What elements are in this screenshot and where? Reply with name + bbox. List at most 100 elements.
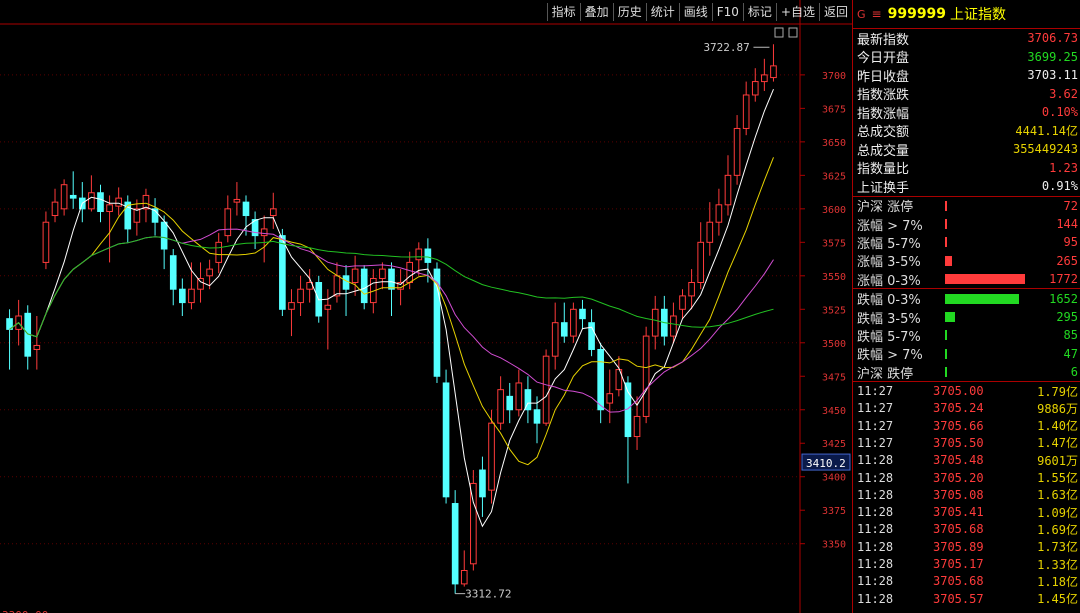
quote-panel: G ≡ 999999 上证指数 最新指数 3706.73 今日开盘 3699.25 昨日… xyxy=(852,0,1080,613)
tick-time: 11:28 xyxy=(857,591,894,606)
candle-body xyxy=(606,393,614,404)
candle-body xyxy=(242,201,250,217)
toolbar-button[interactable]: 画线 xyxy=(678,3,712,21)
breadth-row: 涨幅 0-3% 1772 xyxy=(853,270,1080,289)
toolbar-button[interactable]: 返回 xyxy=(818,3,852,21)
quote-value: 3699.25 xyxy=(1027,49,1078,64)
breadth-count: 265 xyxy=(1056,253,1078,268)
quote-label: 总成交额 xyxy=(857,125,910,141)
candle-body xyxy=(197,277,204,290)
y-tick-label: 3525 xyxy=(822,305,846,316)
tick-amount: 1.69亿 xyxy=(1037,522,1078,537)
y-tick-label: 3700 xyxy=(822,71,846,82)
toolbar-button[interactable]: 历史 xyxy=(612,3,646,21)
tick-amount: 1.33亿 xyxy=(1037,557,1078,572)
tick-price: 3705.08 xyxy=(933,487,984,502)
tick-price: 3705.68 xyxy=(933,574,984,589)
tick-time: 11:28 xyxy=(857,522,894,537)
tick-list[interactable]: 11:27 3705.00 1.79亿 11:27 3705.24 9886万 11:27 3… xyxy=(853,382,1080,607)
kline-chart[interactable]: 3350 3375 3400 3425 3450 3475 3500 3525 3550 3575… xyxy=(0,0,852,613)
tick-row: 11:27 3705.66 1.40亿 xyxy=(853,417,1080,434)
quote-label: 指数量比 xyxy=(857,162,910,178)
breadth-bar-track xyxy=(945,255,1028,266)
tick-time: 11:27 xyxy=(857,418,894,433)
breadth-bar-track xyxy=(945,274,1028,285)
tick-price: 3705.24 xyxy=(933,401,984,416)
candle-body xyxy=(742,94,750,129)
candle-body xyxy=(106,204,113,213)
candle-body xyxy=(324,304,332,310)
candle-body xyxy=(470,482,477,565)
breadth-label: 涨幅 0-3% xyxy=(857,273,921,289)
candle-body xyxy=(88,192,95,210)
tick-time: 11:28 xyxy=(857,505,894,520)
tick-amount: 1.45亿 xyxy=(1037,592,1078,607)
candle-body xyxy=(69,194,77,199)
toolbar-button[interactable]: 指标 xyxy=(546,3,580,21)
quote-value: 355449243 xyxy=(1012,142,1078,157)
toolbar-button[interactable]: +自选 xyxy=(775,3,819,21)
candle-body xyxy=(206,268,213,277)
candle-body xyxy=(269,208,277,217)
breadth-bar-track xyxy=(945,237,1028,248)
breadth-bar xyxy=(945,293,1020,304)
tick-time: 11:28 xyxy=(857,557,894,572)
candle-body xyxy=(633,415,641,438)
g-icon[interactable]: G xyxy=(857,8,866,21)
breadth-label: 涨幅 5-7% xyxy=(857,236,921,252)
quote-label: 总成交量 xyxy=(857,143,910,159)
tick-amount: 1.79亿 xyxy=(1037,384,1078,399)
tick-time: 11:28 xyxy=(857,453,894,468)
candle-body xyxy=(260,228,268,237)
breadth-bar xyxy=(945,237,948,248)
breadth-label: 跌幅 0-3% xyxy=(857,293,921,309)
candle-body xyxy=(542,355,550,424)
candle-body xyxy=(679,295,686,310)
toolbar-button[interactable]: 标记 xyxy=(742,3,776,21)
candle-body xyxy=(288,302,295,310)
candle-body xyxy=(770,65,777,79)
candle-body xyxy=(215,241,223,263)
candle-body xyxy=(451,503,459,585)
breadth-up-section: 沪深 涨停 72 涨幅 > 7% 144 涨幅 5-7% 95 涨幅 3-5% 265 涨幅 0… xyxy=(853,197,1080,290)
candle-body xyxy=(51,201,59,217)
candle-body xyxy=(670,315,677,337)
tick-price: 3705.57 xyxy=(933,591,984,606)
tick-time: 11:28 xyxy=(857,574,894,589)
breadth-count: 1652 xyxy=(1049,291,1078,306)
y-tick-label: 3500 xyxy=(822,339,846,350)
toolbar-button[interactable]: 叠加 xyxy=(579,3,613,21)
tick-price: 3705.41 xyxy=(933,505,984,520)
toolbar-button[interactable]: 统计 xyxy=(645,3,679,21)
candle-body xyxy=(97,192,104,213)
y-tick-label: 3625 xyxy=(822,171,846,182)
quote-value: 4441.14亿 xyxy=(1015,124,1078,139)
y-tick-label: 3675 xyxy=(822,104,846,115)
candle-body xyxy=(479,469,486,498)
quote-row: 指数涨跌 3.62 xyxy=(853,85,1080,104)
breadth-count: 72 xyxy=(1063,198,1078,213)
quote-label: 上证换手 xyxy=(857,180,910,196)
breadth-label: 涨幅 > 7% xyxy=(857,218,923,234)
candlestick-plot[interactable]: 3350 3375 3400 3425 3450 3475 3500 3525 3550 3575… xyxy=(0,0,852,613)
toolbar-button[interactable]: F10 xyxy=(711,3,743,21)
tick-row: 11:28 3705.48 9601万 xyxy=(853,452,1080,469)
candle-body xyxy=(297,288,304,304)
candle-body xyxy=(733,127,741,176)
breadth-bar-track xyxy=(945,200,1028,211)
candle-body xyxy=(415,248,423,261)
candle-body xyxy=(333,275,341,297)
candle-body xyxy=(688,282,695,297)
quote-label: 最新指数 xyxy=(857,32,910,48)
quote-row: 总成交额 4441.14亿 xyxy=(853,122,1080,141)
tick-row: 11:28 3705.57 1.45亿 xyxy=(853,590,1080,607)
candle-body xyxy=(188,288,195,304)
y-tick-label: 3425 xyxy=(822,439,846,450)
breadth-down-section: 跌幅 0-3% 1652 跌幅 3-5% 295 跌幅 5-7% 85 跌幅 > 7% 47 沪… xyxy=(853,289,1080,383)
menu-icon[interactable]: ≡ xyxy=(872,7,882,21)
tick-time: 11:28 xyxy=(857,539,894,554)
candle-body xyxy=(342,275,350,290)
candle-body xyxy=(379,268,386,279)
tick-amount: 1.63亿 xyxy=(1037,488,1078,503)
y-tick-label: 3575 xyxy=(822,238,846,249)
